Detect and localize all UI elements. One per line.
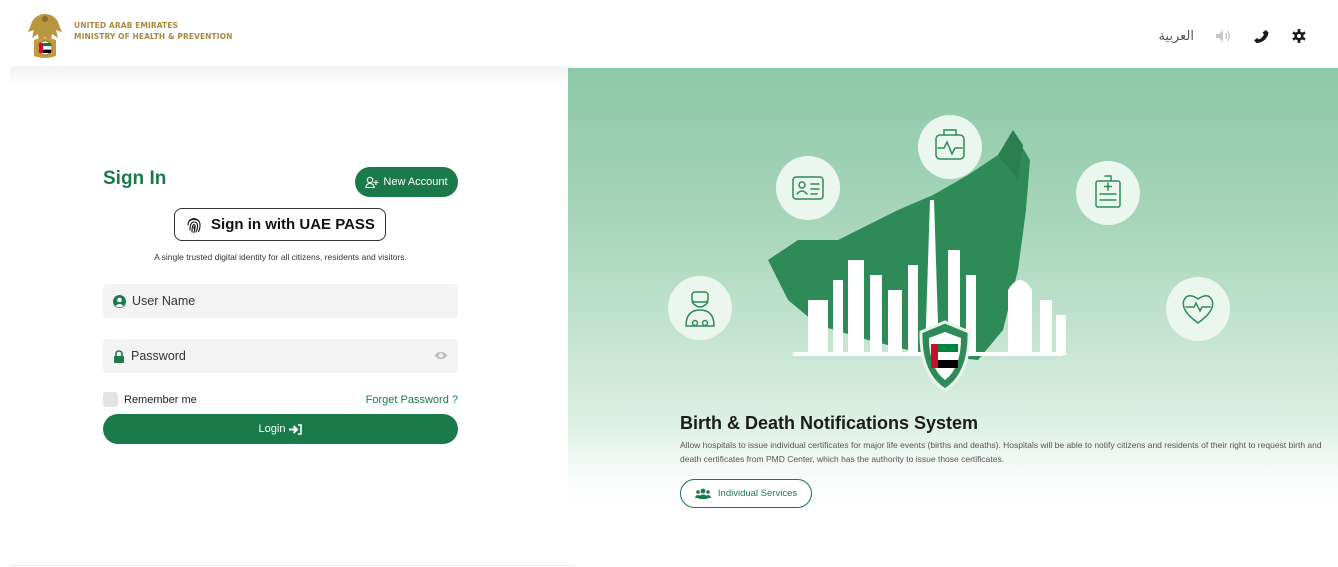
header-tools: العربية bbox=[1158, 28, 1308, 44]
uaepass-description: A single trusted digital identity for al… bbox=[154, 252, 407, 262]
remember-checkbox[interactable] bbox=[103, 392, 118, 407]
gear-icon[interactable] bbox=[1290, 28, 1308, 44]
users-icon bbox=[694, 488, 711, 499]
new-account-button[interactable]: New Account bbox=[355, 167, 458, 197]
individual-services-button[interactable]: Individual Services bbox=[680, 479, 812, 508]
speaker-icon[interactable] bbox=[1214, 28, 1232, 44]
system-description: Allow hospitals to issue individual cert… bbox=[680, 440, 1322, 464]
uae-map-illustration bbox=[668, 115, 1230, 392]
header: UNITED ARAB EMIRATES MINISTRY OF HEALTH … bbox=[0, 0, 1338, 68]
org-line-country: UNITED ARAB EMIRATES bbox=[74, 21, 178, 30]
user-icon bbox=[113, 294, 126, 308]
sign-in-icon bbox=[289, 423, 303, 435]
login-label: Login bbox=[258, 423, 286, 435]
password-field[interactable] bbox=[103, 339, 458, 373]
language-link[interactable]: العربية bbox=[1158, 29, 1194, 44]
ministry-name: UNITED ARAB EMIRATES MINISTRY OF HEALTH … bbox=[74, 20, 233, 42]
add-user-icon bbox=[365, 176, 379, 188]
emblem-icon bbox=[28, 14, 62, 58]
header-shadow bbox=[10, 66, 570, 86]
password-input[interactable] bbox=[131, 349, 458, 363]
new-account-label: New Account bbox=[383, 176, 448, 188]
divider bbox=[10, 565, 575, 566]
remember-label: Remember me bbox=[124, 393, 197, 406]
individual-services-label: Individual Services bbox=[717, 488, 798, 499]
username-input[interactable] bbox=[132, 294, 458, 308]
lock-icon bbox=[114, 349, 124, 363]
login-button[interactable]: Login bbox=[103, 414, 458, 444]
uaepass-button[interactable]: Sign in with UAE PASS bbox=[174, 208, 386, 241]
org-line-ministry: MINISTRY OF HEALTH & PREVENTION bbox=[74, 32, 233, 41]
remember-me[interactable]: Remember me bbox=[103, 392, 197, 407]
system-title: Birth & Death Notifications System bbox=[680, 413, 979, 433]
username-field[interactable] bbox=[103, 284, 458, 318]
signin-title: Sign In bbox=[103, 168, 167, 189]
fingerprint-icon bbox=[187, 217, 201, 233]
uaepass-label: Sign in with UAE PASS bbox=[211, 216, 375, 233]
eye-icon[interactable] bbox=[434, 350, 448, 361]
phone-icon[interactable] bbox=[1252, 28, 1270, 44]
forget-password-link[interactable]: Forget Password ? bbox=[366, 394, 458, 406]
